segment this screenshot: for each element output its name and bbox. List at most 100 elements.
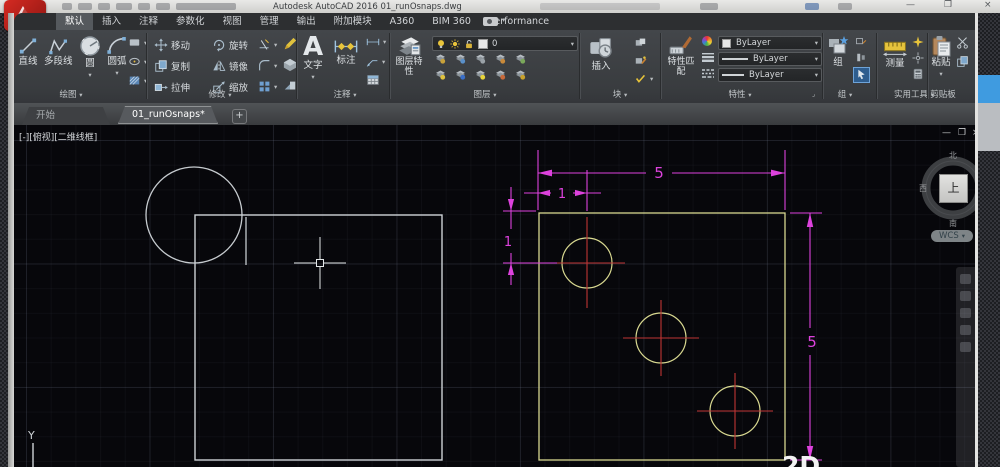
file-tab-start[interactable]: 开始 [22,107,110,125]
insert-block-button[interactable]: 插入 [588,35,614,73]
layer-isolate-icon[interactable] [454,53,467,65]
lineweight-icon[interactable] [702,52,714,62]
ribbon-tab-parametric[interactable]: 参数化 [167,13,214,30]
paste-button[interactable]: 粘贴 ▾ [930,35,952,78]
panel-modify-label[interactable]: 修改 ▾ [185,89,255,101]
record-dropdown-caret-icon[interactable]: ▾ [502,16,505,24]
os-titlebar[interactable]: Autodesk AutoCAD 2016 01_runOsnaps.dwg —… [0,0,1000,13]
layer-freeze-icon[interactable] [474,53,487,65]
close-button[interactable]: × [984,0,992,11]
minimize-button[interactable]: — [906,0,915,11]
copy-clip-icon[interactable] [956,55,969,68]
viewcube-north-label[interactable]: 北 [949,150,957,161]
entity-hole-3[interactable] [697,373,773,449]
edit-attributes-icon[interactable] [634,55,647,66]
linetype-dropdown[interactable]: ByLayer ▾ [718,68,822,82]
qat-icon[interactable] [156,3,170,10]
dimension-hole-offset-y[interactable]: 1 [503,187,557,285]
qat-icon[interactable] [116,3,132,10]
group-button[interactable]: 组 [827,35,849,69]
layer-states-icon[interactable] [514,53,527,65]
circle-dropdown-caret-icon[interactable]: ▾ [88,71,91,79]
layer-dropdown[interactable]: 0 ▾ [432,36,578,51]
layer-off-icon[interactable] [434,53,447,65]
help-icon[interactable] [838,3,852,10]
attribute-sync-icon[interactable]: ▾ [634,73,653,84]
dimension-top-width[interactable]: 5 [538,150,785,210]
color-wheel-icon[interactable] [702,36,712,46]
search-icon[interactable] [700,3,718,10]
layer-merge-icon[interactable] [514,69,527,81]
ribbon-tab-a360[interactable]: A360 [381,13,424,30]
ellipse-tool[interactable]: ▾ [128,56,147,67]
layer-properties-button[interactable]: 图层特性 [394,33,424,77]
circle-tool[interactable]: 圆 ▾ [78,34,102,79]
restore-button[interactable]: ❐ [944,0,952,11]
ribbon-tab-default[interactable]: 默认 [56,13,93,30]
erase-tool[interactable] [283,37,297,51]
layer-match-icon[interactable] [454,69,467,81]
entity-square-white[interactable] [195,215,442,460]
group-selection-toggle[interactable] [853,67,870,83]
explode-tool[interactable] [283,58,297,72]
signin-icon[interactable] [805,3,819,10]
qat-icon[interactable] [138,3,150,10]
viewcube-south-label[interactable]: 南 [949,218,957,229]
dimension-tool[interactable]: 标注 [333,38,359,67]
linear-dimension-tool[interactable]: ▾ [366,37,386,47]
new-drawing-tab-button[interactable]: + [232,109,247,124]
viewport-minimize-icon[interactable]: — [942,128,951,138]
panel-clipboard-label[interactable]: 剪贴板 [912,89,974,101]
align-tool[interactable] [283,79,297,93]
qat-icon[interactable] [176,3,236,10]
array-tool[interactable]: ▾ [258,80,277,93]
ribbon-tab-insert[interactable]: 插入 [93,13,130,30]
ribbon-tab-manage[interactable]: 管理 [251,13,288,30]
viewcube-top-face[interactable]: 上 [939,174,968,203]
copy-tool[interactable]: 复制 [154,59,190,73]
table-tool[interactable] [366,73,380,87]
layer-previous-icon[interactable] [474,69,487,81]
arc-dropdown-caret-icon[interactable]: ▾ [115,69,118,77]
mirror-tool[interactable]: 镜像 [212,59,248,73]
panel-block-label[interactable]: 块 ▾ [585,89,655,101]
panel-layers-label[interactable]: 图层 ▾ [450,89,520,101]
polyline-tool[interactable]: 多段线 [44,36,73,68]
quick-select-icon[interactable] [912,36,924,48]
quickcalc-icon[interactable] [912,68,924,80]
panel-draw-label[interactable]: 绘图 ▾ [36,89,106,101]
viewcube-west-label[interactable]: 西 [919,183,927,194]
object-color-dropdown[interactable]: ByLayer ▾ [718,36,822,50]
panel-properties-label[interactable]: 特性 ▾ [700,89,780,101]
qat-icon[interactable] [78,3,92,10]
steering-wheel-icon[interactable] [960,325,971,335]
ribbon-tab-annotate[interactable]: 注释 [130,13,167,30]
qat-icon[interactable] [98,3,110,10]
line-tool[interactable]: 直线 [18,36,38,68]
create-block-icon[interactable] [634,37,647,48]
linetype-icon[interactable] [702,68,714,78]
dimension-hole-offset-x[interactable]: 1 [524,170,601,211]
record-icon[interactable] [483,17,498,26]
ribbon-tab-view[interactable]: 视图 [214,13,251,30]
viewcube[interactable]: 北 上 西 东 南 [919,150,975,235]
measure-button[interactable]: 测量 [882,35,908,70]
wcs-dropdown[interactable]: WCS▾ [931,230,973,242]
entity-hole-1[interactable] [549,217,625,308]
ribbon-tab-addins[interactable]: 附加模块 [325,13,381,30]
file-tab-active[interactable]: 01_runOsnaps* ✕ [118,106,218,124]
layer-lock-icon[interactable] [494,53,507,65]
ribbon-tab-output[interactable]: 输出 [288,13,325,30]
layer-make-current-icon[interactable] [434,69,447,81]
trim-tool[interactable]: ▾ [258,38,277,51]
id-point-icon[interactable] [912,52,924,64]
text-tool[interactable]: A 文字 ▾ [303,34,323,81]
entity-hole-2[interactable] [623,300,699,376]
text-dropdown-caret-icon[interactable]: ▾ [311,73,314,81]
paste-dropdown-caret-icon[interactable]: ▾ [939,70,942,78]
navigation-bar[interactable] [956,267,975,467]
group-edit-icon[interactable] [855,52,867,63]
orbit-icon[interactable] [960,308,971,318]
infocenter-search[interactable] [540,3,660,10]
zoom-icon[interactable] [960,291,971,301]
